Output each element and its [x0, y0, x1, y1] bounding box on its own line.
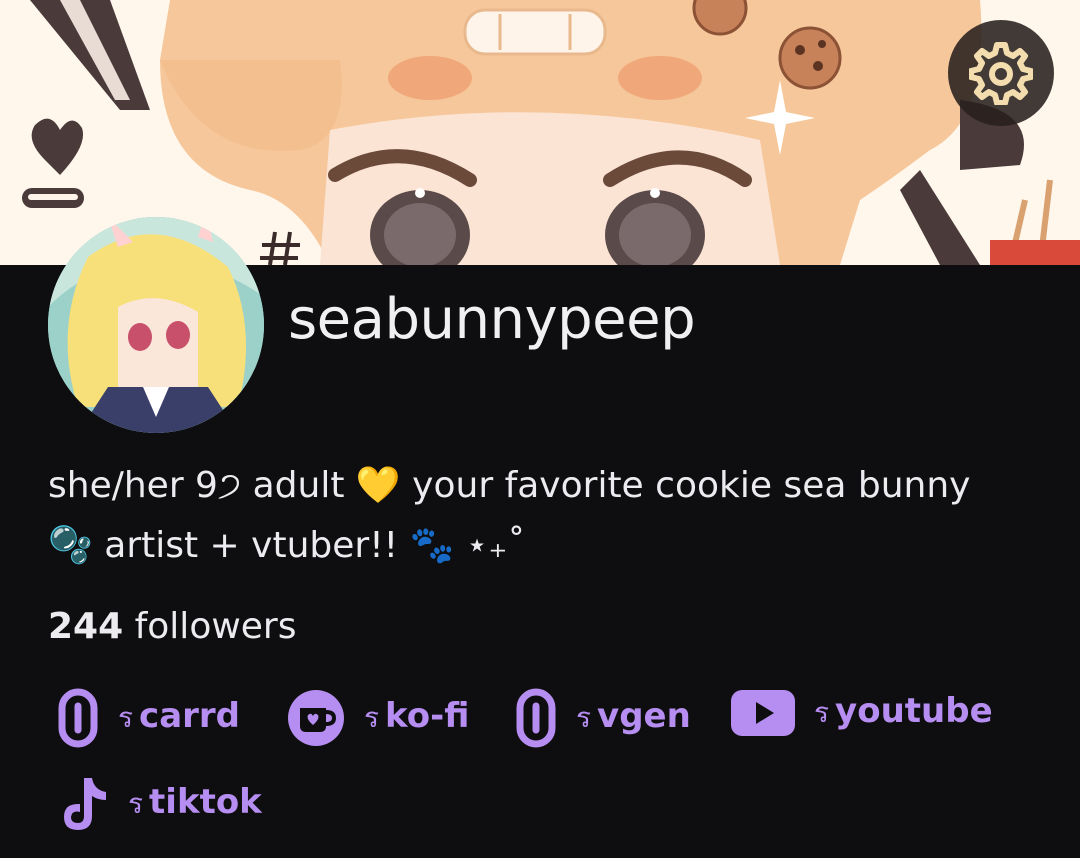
- tiktok-icon: [56, 774, 110, 834]
- link-prefix: ร: [128, 787, 144, 820]
- youtube-icon: [730, 688, 796, 738]
- link-prefix: ร: [364, 701, 380, 734]
- followers-label: followers: [134, 606, 297, 647]
- link-label: tiktok: [149, 782, 262, 822]
- username: seabunnypeep: [288, 287, 696, 352]
- link-vgen[interactable]: ร vgen: [514, 688, 691, 748]
- link-prefix: ร: [814, 696, 830, 729]
- link-label: ko-fi: [385, 696, 470, 736]
- gear-icon: [969, 42, 1033, 105]
- link-carrd[interactable]: ร carrd: [56, 688, 240, 748]
- avatar[interactable]: [48, 217, 264, 433]
- followers-number: 244: [48, 606, 124, 647]
- settings-button[interactable]: [948, 20, 1054, 126]
- link-tiktok[interactable]: ร tiktok: [56, 774, 262, 834]
- link-prefix: ร: [118, 701, 134, 734]
- kofi-cup-icon: [286, 688, 346, 748]
- link-icon: [514, 688, 558, 748]
- link-label: carrd: [139, 696, 241, 736]
- link-label: youtube: [835, 691, 993, 731]
- followers-count[interactable]: 244 followers: [48, 601, 297, 653]
- avatar-artwork: [48, 217, 264, 433]
- link-label: vgen: [597, 696, 691, 736]
- link-kofi[interactable]: ร ko-fi: [286, 688, 469, 748]
- profile-bio: she/her 9੭ adult 💛 your favorite cookie …: [48, 465, 971, 566]
- link-prefix: ร: [576, 701, 592, 734]
- link-icon: [56, 688, 100, 748]
- link-youtube[interactable]: ร youtube: [730, 688, 993, 738]
